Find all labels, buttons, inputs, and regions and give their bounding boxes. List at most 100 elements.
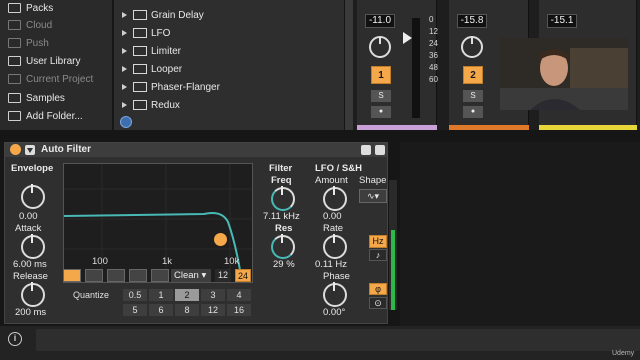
rate-label: Rate xyxy=(323,223,344,234)
quantize-2[interactable]: 2 xyxy=(175,289,199,301)
sidebar-item-samples[interactable]: Samples xyxy=(8,90,65,106)
device-folder-icon xyxy=(133,28,147,38)
filter-section-label: Filter xyxy=(269,163,293,174)
sidebar-item-user-library[interactable]: User Library xyxy=(8,53,80,69)
graph-tick-100: 100 xyxy=(92,256,108,267)
sidebar-item-push[interactable]: Push xyxy=(8,35,49,51)
release-knob[interactable] xyxy=(21,282,45,307)
device-on-button[interactable] xyxy=(10,144,21,155)
release-value[interactable]: 200 ms xyxy=(15,307,46,318)
list-item[interactable]: Redux xyxy=(122,97,180,113)
filter-response-graph[interactable]: 100 1k 10k xyxy=(63,163,253,283)
add-folder-icon xyxy=(8,111,21,121)
expand-icon[interactable] xyxy=(122,48,127,54)
res-knob[interactable] xyxy=(271,234,295,259)
list-item[interactable]: Limiter xyxy=(122,43,181,59)
quantize-5[interactable]: 5 xyxy=(123,304,147,316)
spin-mode-icon[interactable]: ⊙ xyxy=(369,297,387,309)
level-meter xyxy=(412,18,420,118)
volume-field[interactable]: -15.8 xyxy=(457,14,487,28)
expand-icon[interactable] xyxy=(122,66,127,72)
envelope-value[interactable]: 0.00 xyxy=(19,211,38,222)
arm-button[interactable]: ● xyxy=(463,106,483,118)
play-icon[interactable] xyxy=(403,32,412,44)
track-activator-button[interactable]: 1 xyxy=(371,66,391,84)
slope-24-button[interactable]: 24 xyxy=(235,269,251,282)
rate-knob[interactable] xyxy=(323,234,347,259)
phase-label: Phase xyxy=(323,271,350,282)
filter-lowpass-button[interactable] xyxy=(63,269,81,282)
quantize-12[interactable]: 12 xyxy=(201,304,225,316)
phase-mode-icon[interactable]: φ xyxy=(369,283,387,295)
browser-scrollbar[interactable] xyxy=(345,0,353,130)
amount-knob[interactable] xyxy=(323,186,347,211)
rate-hz-button[interactable]: Hz xyxy=(369,235,387,248)
folder-icon xyxy=(8,74,21,84)
sidebar-item-current-project[interactable]: Current Project xyxy=(8,71,93,87)
pan-knob[interactable] xyxy=(461,36,483,58)
hot-swap-icon[interactable] xyxy=(361,145,371,155)
filter-notch-button[interactable] xyxy=(129,269,147,282)
track-activator-button[interactable]: 2 xyxy=(463,66,483,84)
attack-knob[interactable] xyxy=(21,234,45,259)
filter-highpass-button[interactable] xyxy=(85,269,103,282)
quantize-0.5[interactable]: 0.5 xyxy=(123,289,147,301)
auto-filter-device: Auto Filter Envelope 0.00 Attack 6.00 ms… xyxy=(4,142,388,324)
amount-label: Amount xyxy=(315,175,348,186)
fold-icon[interactable] xyxy=(25,145,35,155)
save-preset-icon[interactable] xyxy=(375,145,385,155)
cloud-icon xyxy=(8,20,21,30)
solo-button[interactable]: S xyxy=(463,90,483,102)
expand-icon[interactable] xyxy=(122,12,127,18)
quantize-button[interactable]: Quantize xyxy=(63,289,119,301)
phase-knob[interactable] xyxy=(323,282,347,307)
expand-icon[interactable] xyxy=(122,102,127,108)
packs-icon xyxy=(8,3,21,13)
device-chain-empty-area[interactable] xyxy=(400,142,640,326)
hotswap-icon[interactable] xyxy=(120,116,132,128)
filter-morph-button[interactable] xyxy=(151,269,169,282)
quantize-6[interactable]: 6 xyxy=(149,304,173,316)
res-label: Res xyxy=(275,223,293,234)
sidebar-item-cloud[interactable]: Cloud xyxy=(8,17,52,33)
phase-value[interactable]: 0.00° xyxy=(323,307,345,318)
rate-sync-icon[interactable]: ♪ xyxy=(369,249,387,261)
slope-12-button[interactable]: 12 xyxy=(215,269,231,282)
list-item[interactable]: Phaser-Flanger xyxy=(122,79,220,95)
solo-button[interactable]: S xyxy=(371,90,391,102)
envelope-knob[interactable] xyxy=(21,184,45,209)
arm-button[interactable]: ● xyxy=(371,106,391,118)
quantize-8[interactable]: 8 xyxy=(175,304,199,316)
info-icon[interactable]: i xyxy=(8,332,22,346)
circuit-dropdown[interactable]: Clean ▾ xyxy=(171,269,211,282)
list-item[interactable]: Looper xyxy=(122,61,182,77)
volume-field[interactable]: -15.1 xyxy=(547,14,577,28)
freq-value[interactable]: 7.11 kHz xyxy=(263,211,300,222)
res-value[interactable]: 29 % xyxy=(273,259,295,270)
freq-knob[interactable] xyxy=(271,186,295,211)
expand-icon[interactable] xyxy=(122,84,127,90)
quantize-1[interactable]: 1 xyxy=(149,289,173,301)
list-item[interactable]: Grain Delay xyxy=(122,7,204,23)
meter-scale: 0 12 24 36 48 60 xyxy=(429,15,438,84)
shape-dropdown[interactable]: ∿▾ xyxy=(359,189,387,203)
filter-bandpass-button[interactable] xyxy=(107,269,125,282)
quantize-3[interactable]: 3 xyxy=(201,289,225,301)
folder-icon xyxy=(8,93,21,103)
expand-icon[interactable] xyxy=(122,30,127,36)
webcam-image xyxy=(500,38,628,110)
list-item[interactable]: LFO xyxy=(122,25,170,41)
frequency-handle[interactable] xyxy=(214,233,227,246)
shape-label: Shape xyxy=(359,175,387,186)
sidebar-item-packs[interactable]: Packs xyxy=(8,0,53,16)
device-folder-icon xyxy=(133,100,147,110)
device-title-bar[interactable]: Auto Filter xyxy=(5,143,387,157)
pan-knob[interactable] xyxy=(369,36,391,58)
volume-field[interactable]: -11.0 xyxy=(365,14,395,28)
amount-value[interactable]: 0.00 xyxy=(323,211,342,222)
quantize-16[interactable]: 16 xyxy=(227,304,251,316)
quantize-4[interactable]: 4 xyxy=(227,289,251,301)
attack-value[interactable]: 6.00 ms xyxy=(13,259,47,270)
sidebar-item-add-folder[interactable]: Add Folder... xyxy=(8,108,83,124)
rate-value[interactable]: 0.11 Hz xyxy=(315,259,347,270)
